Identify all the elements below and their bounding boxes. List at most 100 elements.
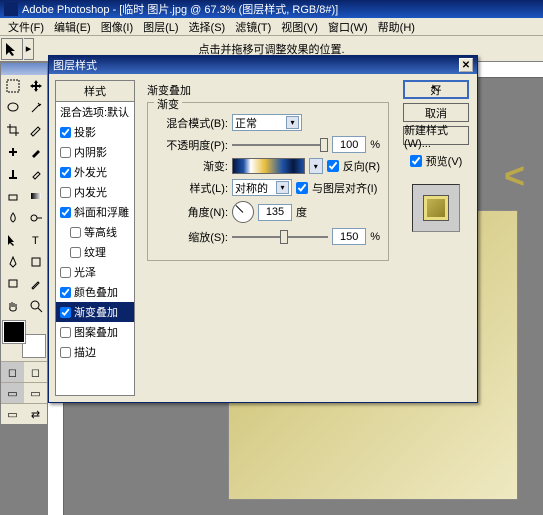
eyedropper-tool[interactable]	[24, 273, 47, 295]
history-brush-tool[interactable]	[24, 163, 47, 185]
new-style-button[interactable]: 新建样式(W)...	[403, 126, 469, 145]
style-checkbox[interactable]	[60, 167, 71, 178]
eraser-tool[interactable]	[1, 185, 24, 207]
notes-tool[interactable]	[1, 273, 24, 295]
dialog-title-bar[interactable]: 图层样式 ✕	[49, 56, 477, 74]
menu-select[interactable]: 选择(S)	[185, 18, 230, 36]
menu-image[interactable]: 图像(I)	[97, 18, 137, 36]
chevron-down-icon: ▾	[286, 116, 299, 129]
style-item-0[interactable]: 混合选项:默认	[56, 102, 134, 122]
style-item-10[interactable]: 渐变叠加	[56, 302, 134, 322]
blur-tool[interactable]	[1, 207, 24, 229]
style-checkbox[interactable]	[60, 187, 71, 198]
style-item-2[interactable]: 内阴影	[56, 142, 134, 162]
style-item-8[interactable]: 光泽	[56, 262, 134, 282]
layer-style-dialog: 图层样式 ✕ 样式 混合选项:默认投影内阴影外发光内发光斜面和浮雕等高线纹理光泽…	[48, 55, 478, 403]
menu-bar: 文件(F) 编辑(E) 图像(I) 图层(L) 选择(S) 滤镜(T) 视图(V…	[0, 18, 543, 36]
standard-mode-icon[interactable]: ◻	[1, 362, 24, 382]
dodge-tool[interactable]	[24, 207, 47, 229]
style-label: 斜面和浮雕	[74, 204, 129, 220]
quickmask-mode-icon[interactable]: ◻	[24, 362, 47, 382]
opacity-slider[interactable]	[232, 138, 328, 152]
shape-tool[interactable]	[24, 251, 47, 273]
wand-tool[interactable]	[24, 97, 47, 119]
screen-full-icon[interactable]: ▭	[1, 404, 24, 424]
marquee-tool[interactable]	[1, 75, 24, 97]
style-checkbox[interactable]	[60, 287, 71, 298]
foreground-color[interactable]	[3, 321, 25, 343]
styles-list: 样式 混合选项:默认投影内阴影外发光内发光斜面和浮雕等高线纹理光泽颜色叠加渐变叠…	[55, 80, 135, 396]
style-checkbox[interactable]	[60, 347, 71, 358]
gradient-tool[interactable]	[24, 185, 47, 207]
scale-input[interactable]	[332, 228, 366, 245]
style-checkbox[interactable]	[70, 247, 81, 258]
angle-input[interactable]	[258, 204, 292, 221]
blend-mode-label: 混合模式(B):	[156, 115, 228, 131]
lasso-tool[interactable]	[1, 97, 24, 119]
background-color[interactable]	[23, 335, 45, 357]
style-label: 图案叠加	[74, 324, 118, 340]
menu-file[interactable]: 文件(F)	[4, 18, 48, 36]
stamp-tool[interactable]	[1, 163, 24, 185]
path-tool[interactable]	[1, 229, 24, 251]
menu-view[interactable]: 视图(V)	[277, 18, 322, 36]
color-swatches	[3, 321, 45, 357]
style-item-9[interactable]: 颜色叠加	[56, 282, 134, 302]
group-title: 渐变	[154, 96, 182, 112]
close-icon[interactable]: ✕	[459, 58, 473, 72]
style-item-6[interactable]: 等高线	[56, 222, 134, 242]
scale-slider[interactable]	[232, 230, 328, 244]
menu-filter[interactable]: 滤镜(T)	[231, 18, 275, 36]
zoom-tool[interactable]	[24, 295, 47, 317]
toolbox-title[interactable]	[1, 63, 47, 75]
screen-standard-icon[interactable]: ▭	[1, 383, 24, 403]
move-tool[interactable]	[24, 75, 47, 97]
ok-button[interactable]: 好↖	[403, 80, 469, 99]
style-item-5[interactable]: 斜面和浮雕	[56, 202, 134, 222]
style-label: 投影	[74, 124, 96, 140]
style-item-12[interactable]: 描边	[56, 342, 134, 362]
style-checkbox[interactable]	[60, 307, 71, 318]
menu-edit[interactable]: 编辑(E)	[50, 18, 95, 36]
tool-flyout-icon[interactable]: ▸	[24, 38, 34, 60]
current-tool-icon[interactable]	[1, 38, 23, 60]
menu-help[interactable]: 帮助(H)	[374, 18, 419, 36]
style-item-3[interactable]: 外发光	[56, 162, 134, 182]
style-item-11[interactable]: 图案叠加	[56, 322, 134, 342]
style-checkbox[interactable]	[70, 227, 81, 238]
style-item-4[interactable]: 内发光	[56, 182, 134, 202]
type-tool[interactable]: T	[24, 229, 47, 251]
slice-tool[interactable]	[24, 119, 47, 141]
hand-tool[interactable]	[1, 295, 24, 317]
menu-layer[interactable]: 图层(L)	[139, 18, 182, 36]
crop-tool[interactable]	[1, 119, 24, 141]
dialog-buttons: 好↖ 取消 新建样式(W)... 预览(V)	[401, 80, 471, 396]
style-checkbox[interactable]	[60, 327, 71, 338]
style-checkbox[interactable]	[60, 147, 71, 158]
preview-checkbox[interactable]	[410, 155, 422, 167]
style-checkbox[interactable]	[60, 267, 71, 278]
heal-tool[interactable]	[1, 141, 24, 163]
angle-label: 角度(N):	[156, 204, 228, 220]
align-checkbox[interactable]	[296, 182, 308, 194]
brush-tool[interactable]	[24, 141, 47, 163]
pen-tool[interactable]	[1, 251, 24, 273]
angle-dial[interactable]	[232, 201, 254, 223]
style-item-1[interactable]: 投影	[56, 122, 134, 142]
cancel-button[interactable]: 取消	[403, 103, 469, 122]
gradient-dropdown-icon[interactable]: ▾	[309, 158, 323, 174]
gradient-preview[interactable]	[232, 158, 305, 174]
chevron-down-icon: ▾	[276, 181, 289, 194]
menu-window[interactable]: 窗口(W)	[324, 18, 372, 36]
opacity-input[interactable]	[332, 136, 366, 153]
style-item-7[interactable]: 纹理	[56, 242, 134, 262]
style-checkbox[interactable]	[60, 207, 71, 218]
dialog-title: 图层样式	[53, 57, 97, 73]
style-checkbox[interactable]	[60, 127, 71, 138]
screen-full-menu-icon[interactable]: ▭	[24, 383, 47, 403]
style-select[interactable]: 对称的▾	[232, 179, 292, 196]
reverse-checkbox[interactable]	[327, 160, 339, 172]
blend-mode-select[interactable]: 正常▾	[232, 114, 302, 131]
style-label: 纹理	[84, 244, 106, 260]
imageready-icon[interactable]: ⇄	[24, 404, 47, 424]
